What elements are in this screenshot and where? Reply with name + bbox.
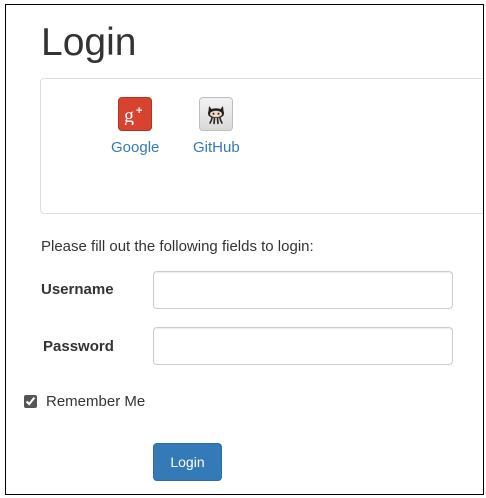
github-login-link[interactable]: GitHub [193, 97, 240, 156]
page-frame: Login g + Google GitHub Please fill out … [5, 4, 484, 495]
remember-me-label: Remember Me [46, 393, 146, 410]
google-login-link[interactable]: g + Google [111, 97, 159, 156]
auth-choice-panel: g + Google GitHub [40, 78, 483, 214]
password-label: Password [43, 338, 114, 355]
remember-me-row[interactable]: Remember Me [24, 393, 145, 410]
form-instructions: Please fill out the following fields to … [41, 238, 314, 255]
github-octocat-icon [199, 97, 234, 131]
google-plus-icon: g + [118, 97, 153, 131]
remember-me-checkbox[interactable] [24, 395, 37, 408]
svg-text:+: + [136, 105, 142, 117]
password-input[interactable] [153, 327, 453, 365]
username-input[interactable] [153, 271, 453, 309]
svg-text:g: g [124, 105, 134, 125]
username-label: Username [41, 281, 114, 298]
github-label: GitHub [193, 139, 240, 156]
page-title: Login [41, 21, 137, 64]
login-button[interactable]: Login [153, 443, 222, 481]
google-label: Google [111, 139, 160, 156]
